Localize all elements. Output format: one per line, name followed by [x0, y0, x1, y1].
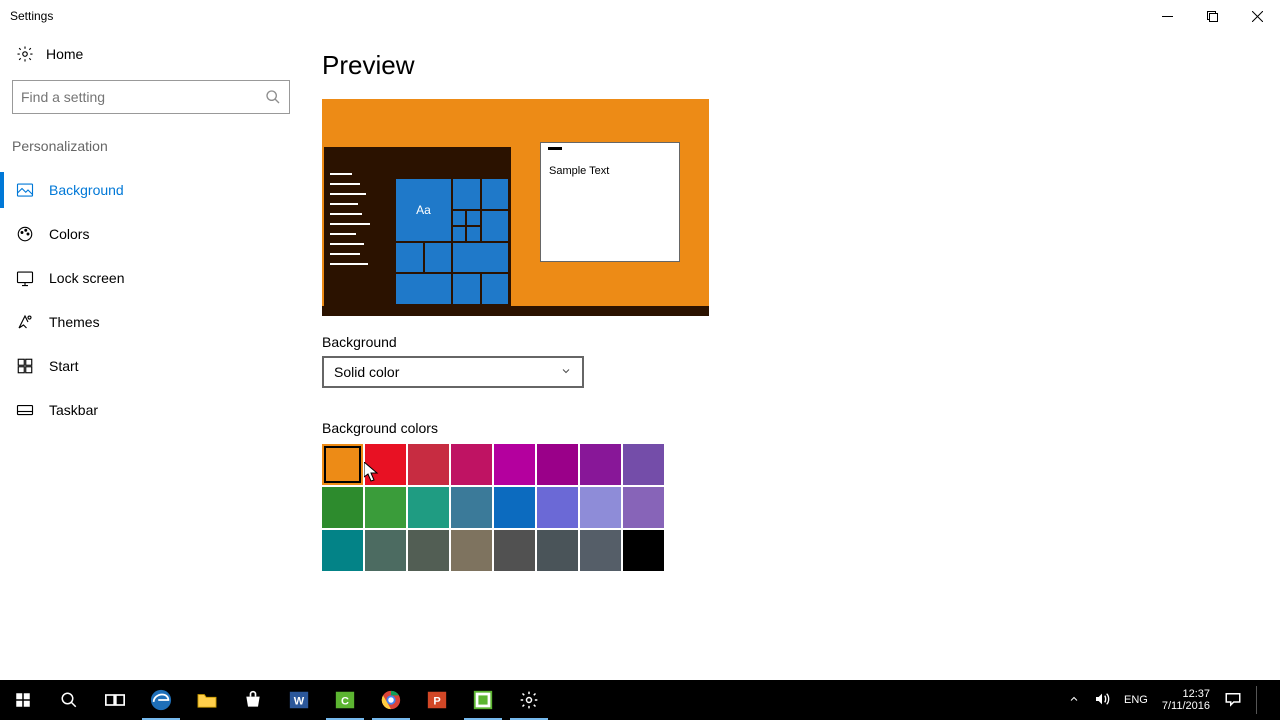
color-swatch[interactable] [537, 444, 578, 485]
window-title: Settings [10, 9, 53, 23]
close-button[interactable] [1235, 2, 1280, 30]
palette-icon [16, 225, 34, 243]
taskbar-app-powerpoint[interactable]: P [414, 680, 460, 720]
color-grid [322, 444, 666, 571]
taskbar-app-chrome[interactable] [368, 680, 414, 720]
sidebar-item-background[interactable]: Background [10, 168, 300, 212]
color-swatch[interactable] [623, 487, 664, 528]
start-button[interactable] [0, 680, 46, 720]
color-swatch[interactable] [365, 487, 406, 528]
background-dropdown[interactable]: Solid color [322, 356, 584, 388]
taskbar-icon [16, 401, 34, 419]
taskbar-app-settings[interactable] [506, 680, 552, 720]
minimize-button[interactable] [1145, 2, 1190, 30]
preview-sample-text: Sample Text [549, 165, 609, 177]
color-swatch[interactable] [365, 444, 406, 485]
color-swatch[interactable] [580, 444, 621, 485]
taskbar-search-button[interactable] [46, 680, 92, 720]
maximize-button[interactable] [1190, 2, 1235, 30]
sidebar: Home Personalization Background Colors [0, 32, 300, 680]
home-button[interactable]: Home [10, 32, 300, 76]
themes-icon [16, 313, 34, 331]
color-swatch[interactable] [322, 487, 363, 528]
tray-chevron-icon[interactable] [1068, 693, 1080, 708]
colors-label: Background colors [322, 420, 1280, 436]
home-label: Home [46, 46, 83, 62]
sidebar-item-label: Taskbar [49, 402, 98, 418]
color-swatch[interactable] [494, 444, 535, 485]
search-input-wrapper[interactable] [12, 80, 290, 114]
search-icon [265, 89, 281, 105]
color-swatch[interactable] [494, 530, 535, 571]
preview-taskbar [322, 306, 709, 316]
taskbar-app-word[interactable]: W [276, 680, 322, 720]
preview-tile-big: Aa [396, 179, 451, 241]
color-swatch[interactable] [451, 487, 492, 528]
task-view-button[interactable] [92, 680, 138, 720]
system-tray: ENG 12:37 7/11/2016 [1068, 686, 1280, 714]
language-indicator[interactable]: ENG [1124, 694, 1148, 706]
sidebar-item-taskbar[interactable]: Taskbar [10, 388, 300, 432]
color-swatch[interactable] [322, 444, 363, 485]
color-swatch[interactable] [451, 530, 492, 571]
sidebar-item-lock-screen[interactable]: Lock screen [10, 256, 300, 300]
volume-icon[interactable] [1094, 692, 1110, 709]
preview-tiles: Aa [396, 179, 508, 304]
color-swatch[interactable] [408, 487, 449, 528]
svg-text:W: W [294, 696, 305, 708]
preview-sample-window: Sample Text [540, 142, 680, 262]
background-label: Background [322, 334, 1280, 350]
sidebar-item-themes[interactable]: Themes [10, 300, 300, 344]
preview-app-list [330, 173, 378, 273]
color-swatch[interactable] [494, 487, 535, 528]
category-label: Personalization [10, 128, 300, 168]
gear-icon [16, 45, 34, 63]
svg-text:P: P [433, 696, 440, 708]
search-input[interactable] [21, 89, 265, 105]
sidebar-item-colors[interactable]: Colors [10, 212, 300, 256]
sidebar-item-label: Background [49, 182, 124, 198]
taskbar-app-edge[interactable] [138, 680, 184, 720]
color-swatch[interactable] [623, 530, 664, 571]
os-taskbar: W C P ENG 12:37 7/11/2016 [0, 680, 1280, 720]
color-swatch[interactable] [322, 530, 363, 571]
sidebar-item-start[interactable]: Start [10, 344, 300, 388]
main-content: Preview Aa Sample Text [300, 32, 1280, 680]
taskbar-app-camtasia[interactable]: C [322, 680, 368, 720]
color-swatch[interactable] [580, 530, 621, 571]
color-swatch[interactable] [537, 530, 578, 571]
show-desktop-button[interactable] [1256, 686, 1276, 714]
sidebar-item-label: Start [49, 358, 79, 374]
picture-icon [16, 181, 34, 199]
svg-text:C: C [341, 696, 349, 708]
start-icon [16, 357, 34, 375]
taskbar-app-store[interactable] [230, 680, 276, 720]
color-swatch[interactable] [537, 487, 578, 528]
titlebar: Settings [0, 0, 1280, 32]
sidebar-item-label: Lock screen [49, 270, 124, 286]
taskbar-app-snagit[interactable] [460, 680, 506, 720]
color-swatch[interactable] [408, 530, 449, 571]
clock-time: 12:37 [1162, 688, 1210, 700]
lock-screen-icon [16, 269, 34, 287]
color-swatch[interactable] [623, 444, 664, 485]
color-swatch[interactable] [408, 444, 449, 485]
taskbar-app-explorer[interactable] [184, 680, 230, 720]
color-swatch[interactable] [580, 487, 621, 528]
color-swatch[interactable] [365, 530, 406, 571]
color-swatch[interactable] [451, 444, 492, 485]
chevron-down-icon [560, 364, 572, 380]
action-center-icon[interactable] [1224, 691, 1242, 710]
page-title: Preview [322, 50, 1280, 81]
sidebar-item-label: Themes [49, 314, 100, 330]
desktop-preview: Aa Sample Text [322, 99, 709, 316]
clock[interactable]: 12:37 7/11/2016 [1162, 688, 1210, 712]
clock-date: 7/11/2016 [1162, 700, 1210, 712]
background-dropdown-value: Solid color [334, 364, 399, 380]
preview-start-menu: Aa [324, 147, 511, 306]
sidebar-item-label: Colors [49, 226, 89, 242]
